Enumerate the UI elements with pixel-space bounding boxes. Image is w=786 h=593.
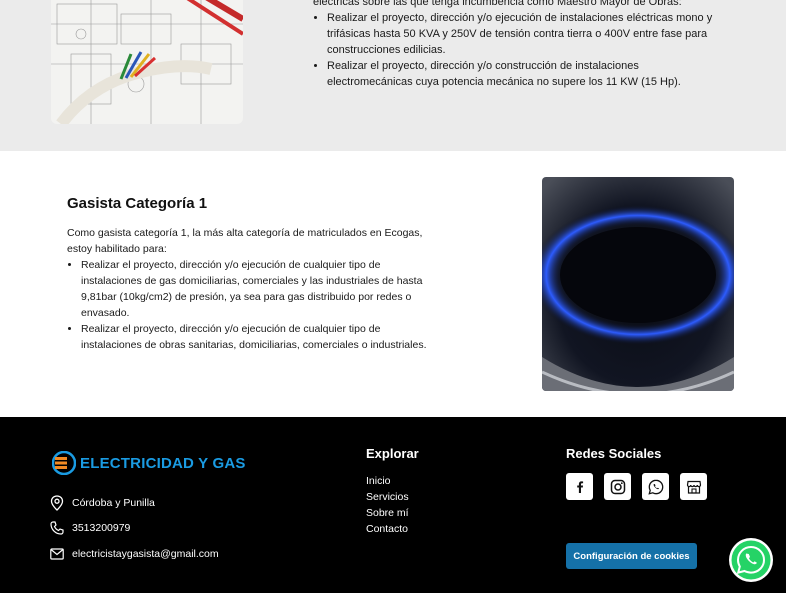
contact-location: Córdoba y Punilla xyxy=(50,495,155,511)
gas-burner-image xyxy=(542,177,734,391)
nav-link-sobre-mi[interactable]: Sobre mí xyxy=(366,505,409,521)
whatsapp-icon xyxy=(729,538,773,582)
electric-lead: eléctricas sobre las que tenga incumbenc… xyxy=(313,0,682,8)
electric-plan-image xyxy=(51,0,243,124)
email-text: electricistaygasista@gmail.com xyxy=(72,548,219,560)
logo-text: ELECTRICIDAD Y GAS xyxy=(80,454,246,472)
facebook-icon xyxy=(576,480,583,493)
contact-email[interactable]: electricistaygasista@gmail.com xyxy=(50,548,219,560)
gas-title: Gasista Categoría 1 xyxy=(67,195,208,212)
store-button[interactable] xyxy=(680,473,707,500)
contact-phone[interactable]: 3513200979 xyxy=(50,521,130,535)
gas-description: Como gasista categoría 1, la más alta ca… xyxy=(67,225,429,353)
nav-link-inicio[interactable]: Inicio xyxy=(366,473,409,489)
gas-bullets: Realizar el proyecto, dirección y/o ejec… xyxy=(81,257,429,353)
electric-description: eléctricas sobre las que tenga incumbenc… xyxy=(313,0,723,90)
whatsapp-icon xyxy=(647,479,663,495)
social-links xyxy=(566,473,707,500)
list-item: Realizar el proyecto, dirección y/o cons… xyxy=(327,58,723,90)
list-item: Realizar el proyecto, dirección y/o ejec… xyxy=(81,257,429,321)
site-footer: ELECTRICIDAD Y GAS Córdoba y Punilla 351… xyxy=(0,417,786,593)
cookie-settings-button[interactable]: Configuración de cookies xyxy=(566,543,697,569)
gas-intro: Como gasista categoría 1, la más alta ca… xyxy=(67,227,423,255)
nav-link-servicios[interactable]: Servicios xyxy=(366,489,409,505)
electric-bullets: Realizar el proyecto, dirección y/o ejec… xyxy=(327,10,723,90)
gas-section: Gasista Categoría 1 Como gasista categor… xyxy=(0,151,786,417)
list-item: Realizar el proyecto, dirección y/o ejec… xyxy=(327,10,723,58)
whatsapp-floating-button[interactable] xyxy=(728,537,774,583)
footer-nav: Inicio Servicios Sobre mí Contacto xyxy=(366,473,409,537)
logo-icon xyxy=(52,451,76,475)
instagram-button[interactable] xyxy=(604,473,631,500)
phone-icon xyxy=(50,521,64,535)
phone-text: 3513200979 xyxy=(72,522,131,534)
explore-title: Explorar xyxy=(366,446,419,461)
location-text: Córdoba y Punilla xyxy=(72,497,155,509)
nav-link-contacto[interactable]: Contacto xyxy=(366,521,409,537)
location-pin-icon xyxy=(50,495,64,511)
facebook-button[interactable] xyxy=(566,473,593,500)
electric-section: eléctricas sobre las que tenga incumbenc… xyxy=(0,0,786,151)
list-item: Realizar el proyecto, dirección y/o ejec… xyxy=(81,321,429,353)
social-title: Redes Sociales xyxy=(566,446,662,461)
store-icon xyxy=(686,480,701,494)
whatsapp-button[interactable] xyxy=(642,473,669,500)
instagram-icon xyxy=(610,479,625,494)
mail-icon xyxy=(50,548,64,560)
site-logo[interactable]: ELECTRICIDAD Y GAS xyxy=(52,450,246,476)
